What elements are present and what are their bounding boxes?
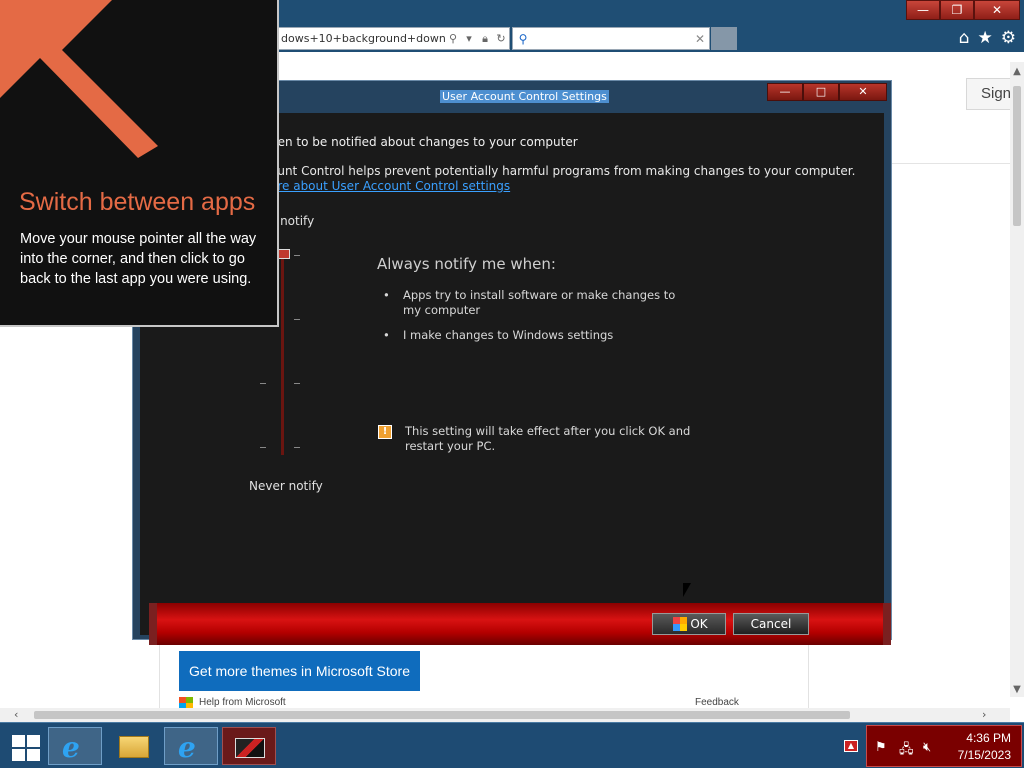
search-icon: ⚲ [518,31,528,46]
help-link[interactable]: Help from Microsoft [199,697,286,708]
windows-logo-icon [12,749,25,761]
feedback-link[interactable]: Feedback [695,697,739,708]
network-icon[interactable]: 🖧︎ [899,740,914,762]
vertical-scrollbar[interactable]: ▲ ▼ [1010,62,1024,697]
scroll-down-icon[interactable]: ▼ [1010,684,1024,695]
browser-window-controls: — ❐ ✕ [906,0,1020,20]
dialog-title: User Account Control Settings [440,90,609,103]
taskbar-ie-window-button[interactable]: e [164,727,218,765]
windows-logo-icon [27,735,40,747]
clock[interactable]: 4:36 PM 7/15/2023 [958,730,1011,764]
shield-icon [673,617,687,631]
slider-tick [260,383,266,384]
slider-thumb[interactable] [278,249,290,259]
tip-body: Move your mouse pointer all the way into… [20,231,257,287]
tip-title: Switch between apps [19,188,256,216]
switch-apps-tip: Switch between apps Move your mouse poin… [0,0,279,327]
dropdown-icon[interactable]: ▾ [461,32,477,45]
slider-tick [294,319,300,320]
slider-tick [294,447,300,448]
mouse-cursor-icon [683,583,691,597]
divider [808,638,809,708]
minimize-button[interactable]: — [906,0,940,20]
restore-button[interactable]: ❐ [940,0,974,20]
close-icon[interactable]: ✕ [691,32,709,46]
sign-in-button[interactable]: Sign [966,78,1016,110]
lock-icon[interactable]: 🔒︎ [477,32,493,46]
search-input[interactable] [533,28,691,49]
slider-tick [294,383,300,384]
list-item: Apps try to install software or make cha… [383,288,683,318]
system-tray: ⚑ 🖧︎ 🔇︎ 4:36 PM 7/15/2023 [866,725,1022,767]
cancel-button[interactable]: Cancel [733,613,809,635]
ok-label: OK [690,617,708,631]
clock-date: 7/15/2023 [957,748,1011,762]
windows-logo-icon [12,735,25,747]
dialog-description: ount Control helps prevent potentially h… [270,164,856,178]
notify-bullets: Apps try to install software or make cha… [383,288,683,353]
search-icon[interactable]: ⚲ [445,32,461,45]
address-text: dows+10+background+downloa [281,32,445,45]
horizontal-scrollbar[interactable]: ‹ › [0,708,1010,722]
scroll-up-icon[interactable]: ▲ [1010,66,1024,77]
notify-heading: Always notify me when: [377,255,556,273]
slider-tick [294,255,300,256]
dialog-window-controls: — □ ✕ [767,83,887,101]
windows-logo-icon [27,749,40,761]
ie-icon: e [62,731,80,764]
taskbar-uac-button[interactable] [222,727,276,765]
minimize-button[interactable]: — [767,83,803,101]
notify-slider[interactable] [281,253,284,455]
close-button[interactable]: ✕ [974,0,1020,20]
uac-settings-link[interactable]: ore about User Account Control settings [270,179,510,193]
slider-tick [260,447,266,448]
ok-button[interactable]: OK [652,613,726,635]
start-button[interactable] [4,729,44,763]
uac-icon [235,738,265,758]
never-notify-label: Never notify [249,479,323,493]
scroll-left-icon[interactable]: ‹ [14,708,18,721]
taskbar-explorer-button[interactable] [106,727,160,765]
flag-icon[interactable]: ⚑ [875,740,887,755]
scroll-right-icon[interactable]: › [982,708,986,721]
home-icon[interactable]: ⌂ [959,28,970,48]
taskbar-ie-button[interactable]: e [48,727,102,765]
show-hidden-icons-button[interactable]: ▲ [844,740,858,752]
store-button[interactable]: Get more themes in Microsoft Store [179,651,420,691]
new-tab-button[interactable] [711,27,737,50]
maximize-button[interactable]: □ [803,83,839,101]
refresh-icon[interactable]: ↻ [493,32,509,45]
scroll-thumb[interactable] [1013,86,1021,226]
close-button[interactable]: ✕ [839,83,887,101]
volume-muted-icon[interactable]: 🔇︎ [923,740,931,755]
search-box[interactable]: ⚲ ✕ [512,27,710,50]
ie-icon: e [178,731,196,764]
gear-icon[interactable]: ⚙ [1001,28,1016,48]
list-item: I make changes to Windows settings [383,328,683,343]
divider [159,638,160,708]
favorites-icon[interactable]: ★ [978,28,993,48]
scroll-thumb[interactable] [34,711,850,719]
taskbar: e e ▲ ⚑ 🖧︎ 🔇︎ 4:36 PM 7/15/2023 [0,722,1024,768]
clock-time: 4:36 PM [966,731,1011,745]
browser-icons: ⌂ ★ ⚙ [959,28,1016,48]
folder-icon [119,736,149,758]
info-icon: ! [378,425,392,439]
address-bar[interactable]: dows+10+background+downloa ⚲ ▾ 🔒︎ ↻ [278,27,510,50]
info-text: This setting will take effect after you … [405,424,691,453]
dialog-heading: hen to be notified about changes to your… [270,135,578,149]
